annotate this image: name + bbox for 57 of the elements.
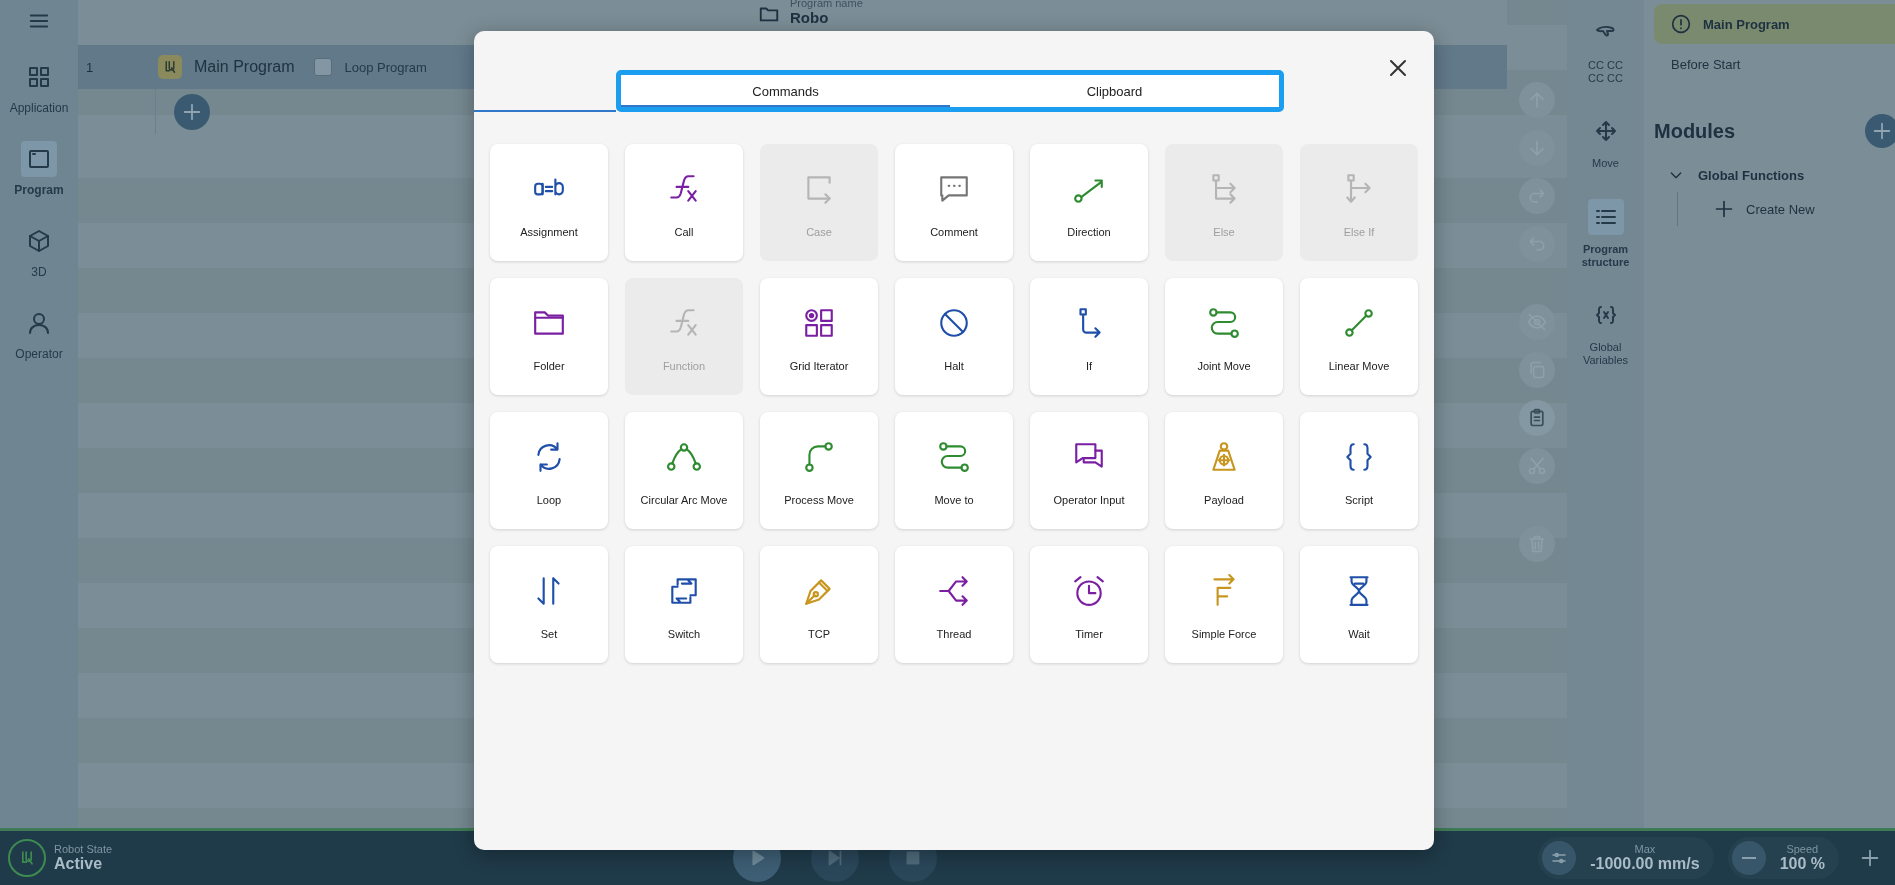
modules-heading: Modules xyxy=(1654,119,1736,143)
plus-icon xyxy=(1859,847,1881,869)
command-card[interactable]: Move to xyxy=(895,412,1013,529)
command-card[interactable]: Halt xyxy=(895,278,1013,395)
speed-label: Speed xyxy=(1786,843,1819,855)
line-number: 1 xyxy=(85,59,95,75)
robot-state: Active xyxy=(54,855,104,873)
speed-settings-button[interactable] xyxy=(1542,841,1577,875)
window-icon xyxy=(27,147,51,171)
add-node-button[interactable] xyxy=(174,93,210,130)
speed-value: 100 % xyxy=(1779,855,1825,873)
minus-icon xyxy=(1741,857,1756,859)
edit-tool-button[interactable] xyxy=(1519,400,1555,436)
warning-icon xyxy=(1671,14,1691,34)
program-title: Main Program xyxy=(194,58,295,76)
plus-icon xyxy=(1871,120,1893,142)
command-card[interactable]: Call xyxy=(625,144,743,261)
clipboard-icon xyxy=(1527,408,1547,428)
max-speed-label: Max xyxy=(1634,843,1656,855)
person-icon xyxy=(27,311,51,335)
program-name-label: Program name xyxy=(790,0,863,9)
command-card[interactable]: Script xyxy=(1300,412,1418,529)
decrease-speed-button[interactable] xyxy=(1731,841,1766,875)
command-card[interactable]: Simple Force xyxy=(1165,546,1283,663)
command-card[interactable]: TCP xyxy=(760,546,878,663)
command-card[interactable]: Wait xyxy=(1300,546,1418,663)
command-card[interactable]: Circular Arc Move xyxy=(625,412,743,529)
create-new-button[interactable]: Create New xyxy=(1708,198,1821,220)
structure-item[interactable]: Main Program xyxy=(1654,4,1895,44)
command-card[interactable]: Set xyxy=(490,546,608,663)
command-card[interactable]: Thread xyxy=(895,546,1013,663)
command-card[interactable]: Linear Move xyxy=(1300,278,1418,395)
command-card[interactable]: Switch xyxy=(625,546,743,663)
cube-icon xyxy=(27,229,51,253)
command-card[interactable]: Loop xyxy=(490,412,608,529)
loop-label: Loop Program xyxy=(344,59,427,75)
structure-item[interactable]: Before Start xyxy=(1654,44,1895,84)
command-card[interactable]: Folder xyxy=(490,278,608,395)
command-card[interactable]: Comment xyxy=(895,144,1013,261)
plus-icon xyxy=(1714,199,1734,219)
command-card[interactable]: Grid Iterator xyxy=(760,278,878,395)
command-card[interactable]: Assignment xyxy=(490,144,608,261)
module-group[interactable]: Global Functions xyxy=(1654,166,1895,184)
move-arrows-icon xyxy=(1593,119,1618,144)
program-name: Robo xyxy=(790,9,830,27)
max-speed-value: -1000.00 mm/s xyxy=(1590,855,1700,873)
command-card[interactable]: If xyxy=(1030,278,1148,395)
command-card[interactable]: Process Move xyxy=(760,412,878,529)
loop-checkbox[interactable] xyxy=(314,58,333,76)
command-card[interactable]: Payload xyxy=(1165,412,1283,529)
add-module-button[interactable] xyxy=(1865,114,1895,148)
command-card[interactable]: Operator Input xyxy=(1030,412,1148,529)
command-card[interactable]: Direction xyxy=(1030,144,1148,261)
command-card[interactable]: Timer xyxy=(1030,546,1148,663)
grid-icon xyxy=(27,65,51,89)
command-card[interactable]: Joint Move xyxy=(1165,278,1283,395)
robot-state-label: Robot State xyxy=(54,843,113,855)
